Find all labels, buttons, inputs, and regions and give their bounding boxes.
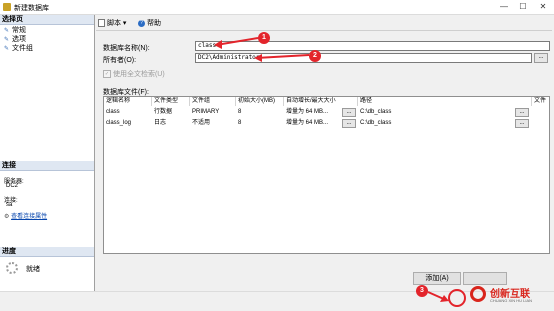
annotation-arrows — [214, 37, 449, 302]
watermark-subtext: CHUANG XIN HU LIAN — [490, 298, 533, 303]
arrow-1-head — [214, 40, 222, 49]
callout-3: 3 — [416, 285, 428, 297]
arrow-2 — [255, 54, 310, 59]
arrow-2-head — [254, 54, 262, 62]
callout-2: 2 — [309, 50, 321, 62]
watermark: 创新互联 CHUANG XIN HU LIAN — [470, 282, 552, 308]
callout-1: 1 — [258, 32, 270, 44]
brand-logo-icon — [470, 286, 486, 302]
arrow-1 — [215, 37, 259, 46]
